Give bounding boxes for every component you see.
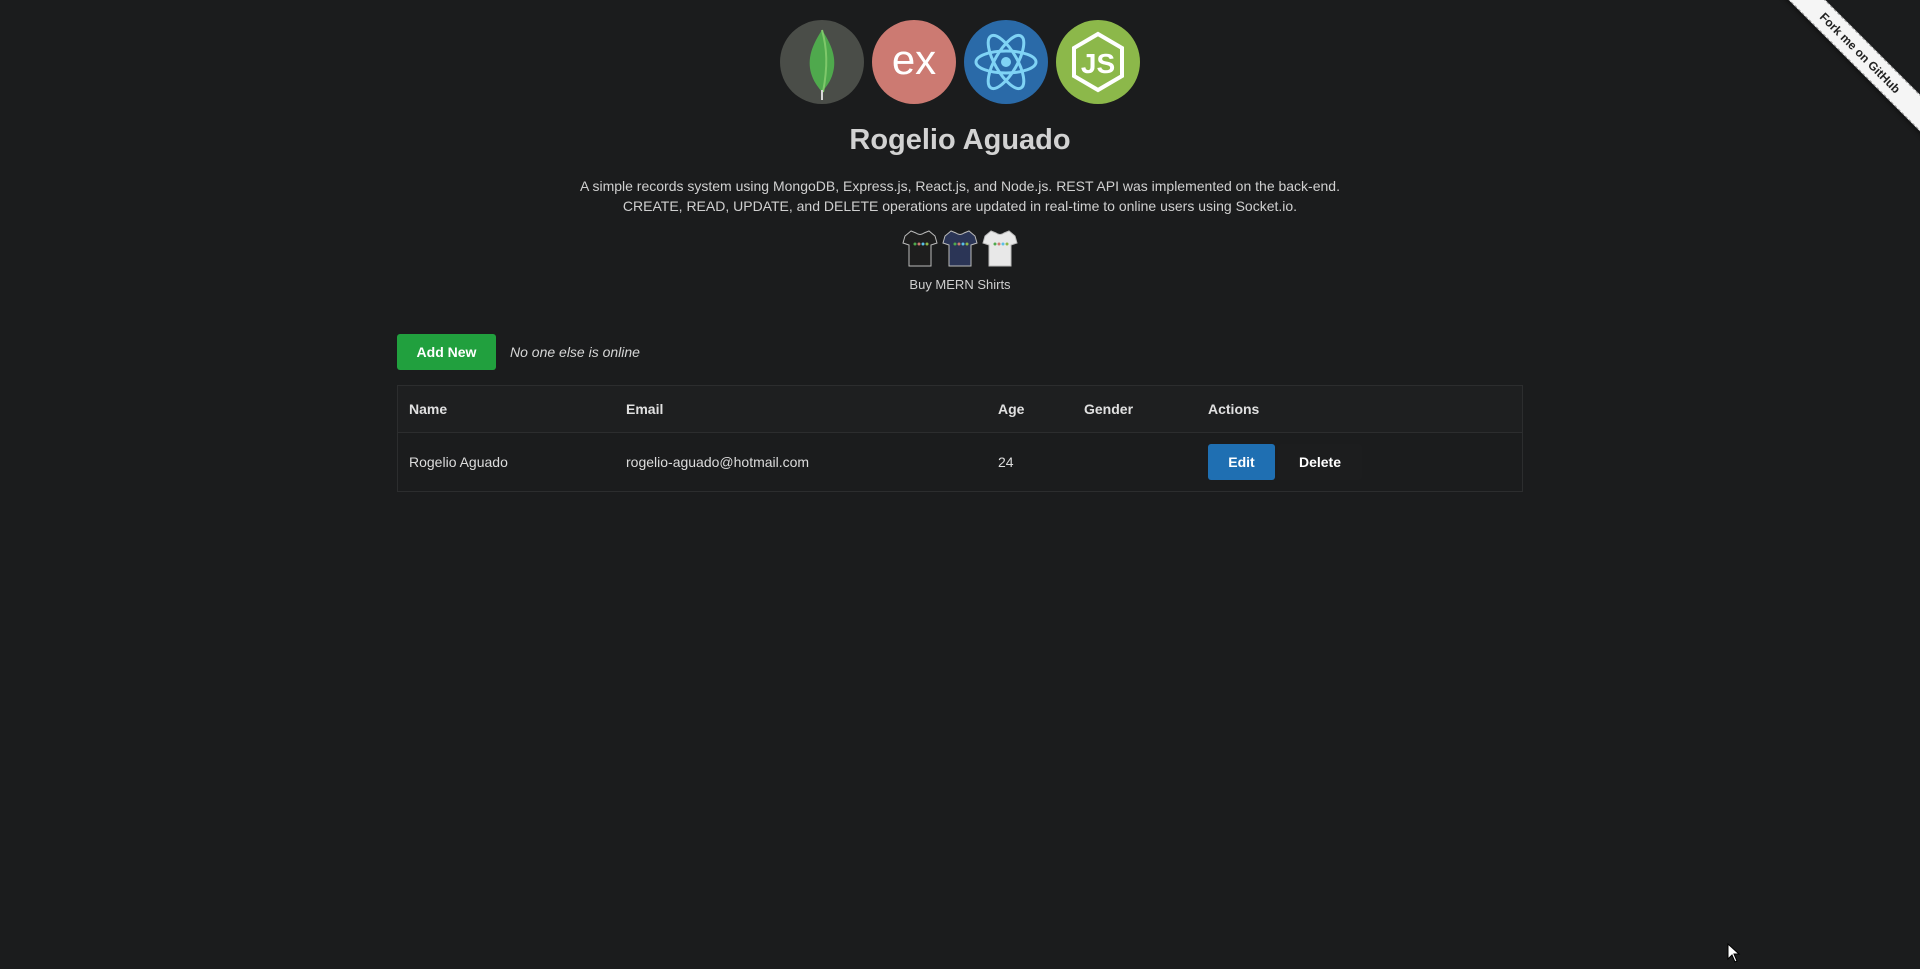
description: A simple records system using MongoDB, E… — [0, 176, 1920, 216]
fork-on-github-link[interactable]: Fork me on GitHub — [1770, 0, 1920, 144]
page-title: Rogelio Aguado — [849, 124, 1071, 156]
header-age: Age — [987, 385, 1073, 433]
mouse-cursor-icon — [1727, 942, 1741, 968]
header-name: Name — [397, 385, 615, 433]
express-ex-icon: ex — [872, 20, 956, 104]
header-email: Email — [615, 385, 987, 433]
page: Fork me on GitHub ex JS Rogelio Aguado A… — [0, 0, 1920, 969]
table-row: Rogelio Aguado rogelio-aguado@hotmail.co… — [398, 433, 1523, 492]
shirt-black-image[interactable] — [901, 228, 939, 273]
header: ex JS Rogelio Aguado A simple records sy… — [0, 0, 1920, 292]
shirt-navy-image[interactable] — [941, 228, 979, 273]
buy-shirts-link[interactable]: Buy MERN Shirts — [0, 277, 1920, 292]
cell-age: 24 — [998, 454, 1014, 470]
add-new-button[interactable]: Add New — [397, 334, 496, 370]
controls-bar: Add New No one else is online — [397, 334, 1523, 370]
header-actions: Actions — [1197, 385, 1523, 433]
shirt-white-image[interactable] — [981, 228, 1019, 273]
table-header-row: Name Email Age Gender Actions — [397, 385, 1523, 433]
logo-row: ex JS — [0, 20, 1920, 104]
records-table: Name Email Age Gender Actions Rogelio Ag… — [397, 385, 1523, 492]
cell-name: Rogelio Aguado — [409, 454, 508, 470]
description-line-2: CREATE, READ, UPDATE, and DELETE operati… — [622, 198, 1298, 214]
nodejs-hex-icon: JS — [1056, 20, 1140, 104]
github-ribbon: Fork me on GitHub — [1770, 0, 1920, 150]
online-status: No one else is online — [510, 344, 640, 360]
header-gender: Gender — [1073, 385, 1197, 433]
mongodb-leaf-icon — [780, 20, 864, 104]
shirts-gallery — [901, 228, 1019, 273]
svg-text:ex: ex — [892, 36, 936, 83]
records-container: Add New No one else is online Name Email… — [397, 334, 1523, 492]
description-line-1: A simple records system using MongoDB, E… — [580, 178, 1340, 194]
cell-gender — [1073, 433, 1197, 492]
cell-actions: Edit Delete — [1197, 433, 1523, 492]
edit-button[interactable]: Edit — [1208, 444, 1275, 480]
react-atom-icon — [964, 20, 1048, 104]
delete-button[interactable]: Delete — [1278, 444, 1362, 480]
cell-email: rogelio-aguado@hotmail.com — [626, 454, 810, 470]
svg-text:JS: JS — [1081, 48, 1115, 79]
